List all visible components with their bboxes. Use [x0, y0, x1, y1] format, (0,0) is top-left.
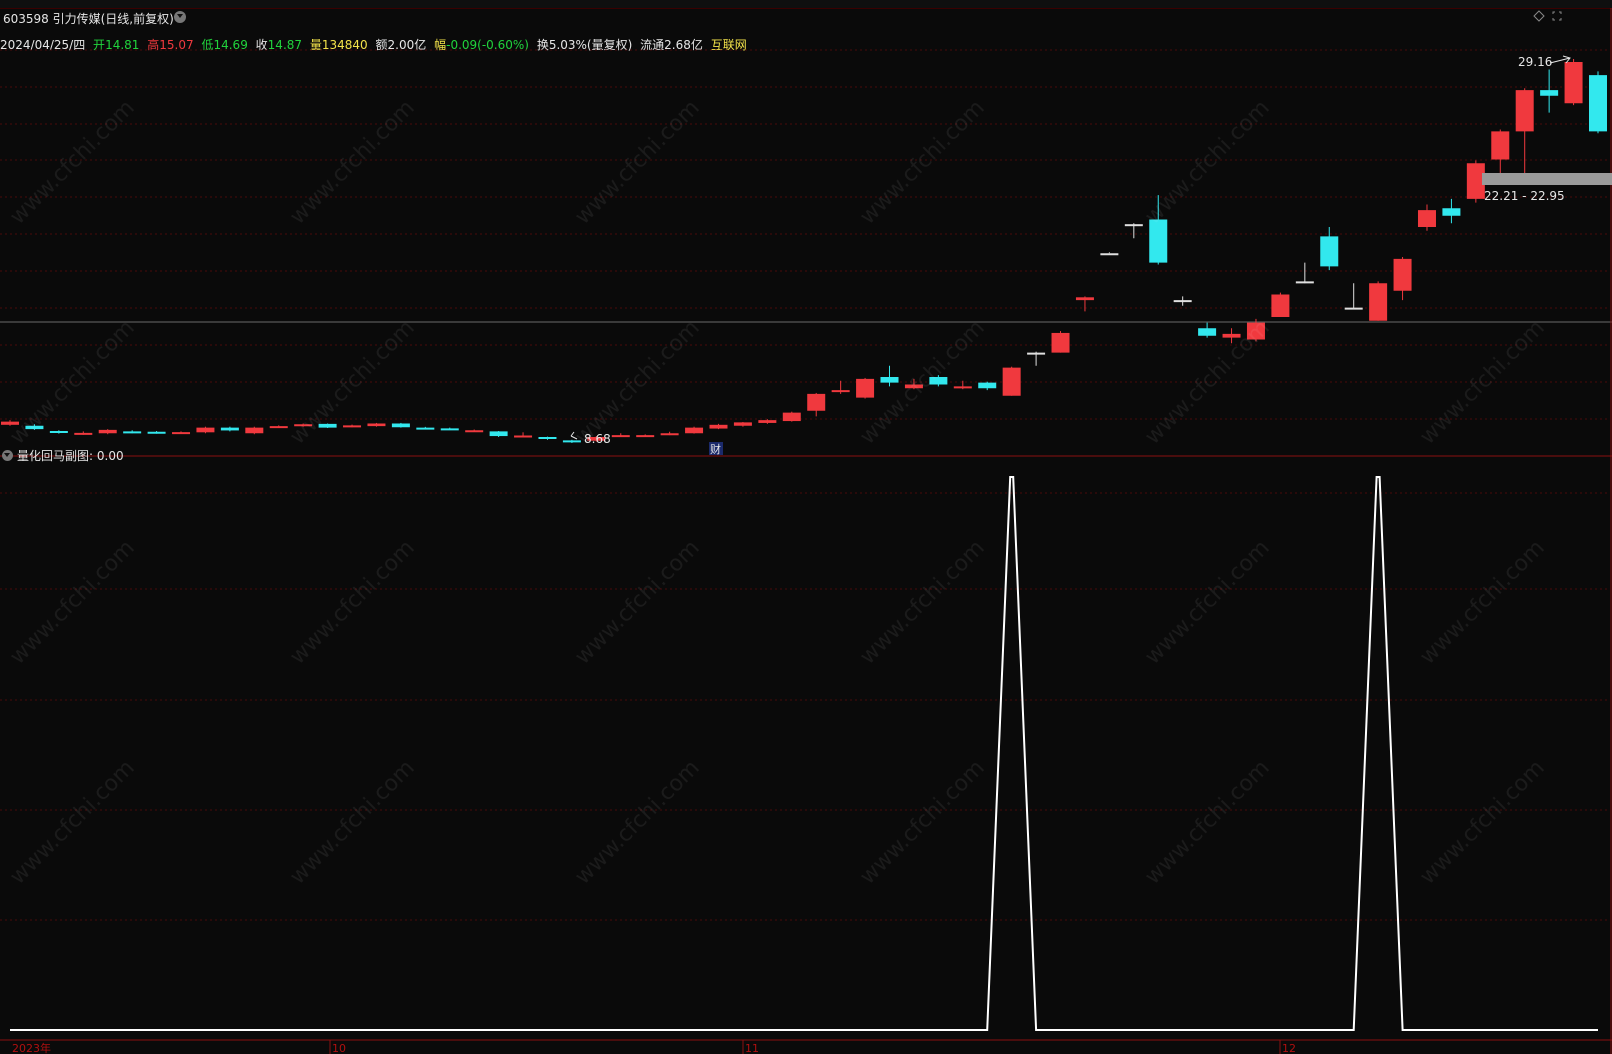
- chevron-down-icon[interactable]: [2, 450, 13, 461]
- candle-body: [953, 386, 972, 389]
- candle-body: [1075, 297, 1094, 301]
- candle-body: [147, 431, 166, 434]
- indicator-title-bar: 量化回马副图: 0.00: [2, 447, 124, 464]
- candle-body: [1393, 258, 1412, 291]
- candle-body: [733, 422, 752, 426]
- candle-body: [1491, 131, 1510, 160]
- candle-body: [1100, 253, 1119, 256]
- candle-body: [49, 431, 68, 433]
- date-label-oct: 10: [332, 1042, 346, 1054]
- candle-body: [831, 390, 850, 393]
- candle-body: [1442, 208, 1461, 216]
- candle-body: [636, 435, 655, 438]
- candle-body: [367, 423, 386, 427]
- indicator-value: : 0.00: [89, 449, 124, 463]
- candle-body: [538, 437, 557, 439]
- date-label-year: 2023年: [12, 1041, 51, 1054]
- candle-body: [465, 430, 484, 433]
- candle-body: [489, 431, 508, 437]
- candle-body: [514, 435, 533, 438]
- candle-body: [98, 429, 117, 434]
- candle-body: [660, 433, 679, 436]
- candle-body: [1173, 300, 1192, 303]
- event-marker-label: 财: [710, 442, 721, 456]
- range-band: [1482, 173, 1612, 185]
- candle-body: [1320, 236, 1339, 267]
- candle-body: [123, 431, 142, 434]
- candle-body: [1417, 210, 1436, 227]
- candle-body: [220, 427, 239, 431]
- date-label-nov: 11: [745, 1042, 759, 1054]
- candle-body: [1540, 90, 1559, 96]
- date-axis: 2023年 10 11 12: [12, 1040, 1296, 1054]
- candle-body: [685, 427, 704, 434]
- candle-body: [1051, 332, 1070, 353]
- candle-body: [1124, 224, 1143, 227]
- candle-body: [269, 426, 288, 429]
- candle-body: [978, 382, 997, 389]
- grid-lines: [0, 49, 1608, 921]
- candle-body: [709, 424, 728, 429]
- candle-body: [856, 378, 875, 398]
- candle-body: [1515, 90, 1534, 132]
- candle-body: [1002, 367, 1021, 396]
- candle-body: [758, 420, 777, 423]
- candle-body: [1344, 307, 1363, 310]
- indicator-line: [10, 476, 1598, 1031]
- candle-body: [391, 423, 410, 428]
- candle-body: [1198, 328, 1217, 336]
- candle-body: [196, 427, 215, 433]
- candle-body: [1369, 283, 1388, 321]
- high-arrow-icon: [1549, 55, 1571, 64]
- range-band-label: 22.21 - 22.95: [1484, 189, 1565, 203]
- high-price-label: 29.16: [1518, 55, 1552, 69]
- candle-body: [343, 425, 362, 428]
- candle-body: [1589, 75, 1607, 132]
- candle-body: [74, 432, 93, 435]
- candle-body: [611, 435, 630, 438]
- candle-body: [880, 377, 899, 383]
- indicator-name: 量化回马副图: [17, 449, 90, 463]
- candle-body: [1271, 294, 1290, 317]
- candle-body: [1027, 352, 1046, 355]
- candle-body: [782, 412, 801, 422]
- candle-body: [245, 427, 264, 434]
- candle-body: [1564, 62, 1583, 104]
- candle-body: [807, 393, 826, 411]
- candle-body: [1295, 281, 1314, 284]
- candlestick-series: [1, 59, 1607, 443]
- candle-body: [440, 428, 459, 431]
- chart-canvas[interactable]: 22.21 - 22.95 29.16 8.68 财 2023年 10 11 1…: [0, 0, 1612, 1054]
- date-label-dec: 12: [1282, 1042, 1296, 1054]
- candle-body: [172, 432, 191, 435]
- candle-body: [416, 427, 435, 430]
